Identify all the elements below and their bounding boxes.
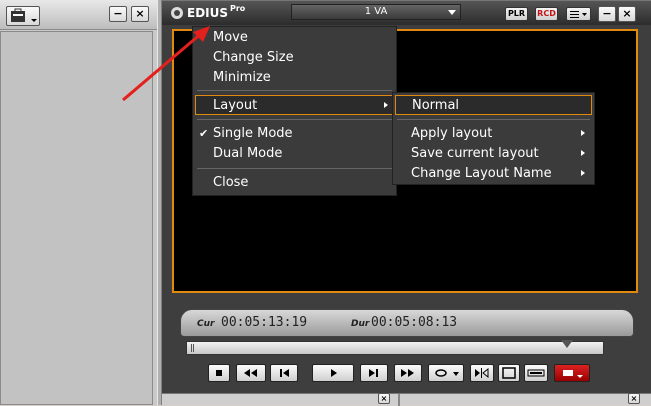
bottom-panel-strip: × × [162, 393, 651, 406]
submenu-item-normal[interactable]: Normal [395, 95, 592, 115]
menu-separator [397, 119, 590, 120]
submenu-item-label: Change Layout Name [411, 166, 552, 181]
submenu-item-label: Normal [412, 98, 460, 113]
timecode-bar: Cur 00:05:13:19 Dur 00:05:08:13 [180, 309, 634, 337]
submenu-item-save-current-layout[interactable]: Save current layout [393, 144, 594, 164]
fullscreen-button[interactable] [498, 364, 520, 382]
submenu-item-label: Apply layout [411, 126, 493, 141]
panel-menu-button[interactable] [6, 6, 40, 26]
layout-submenu: Normal Apply layout Save current layout … [392, 92, 595, 185]
step-back-button[interactable] [270, 364, 298, 382]
menu-item-single-mode[interactable]: ✔ Single Mode [193, 124, 396, 144]
logo-sup: Pro [230, 4, 246, 13]
screen-icon [502, 367, 516, 379]
submenu-arrow-icon [581, 150, 585, 156]
menu-item-change-size[interactable]: Change Size [193, 48, 396, 68]
submenu-item-label: Save current layout [411, 146, 539, 161]
menu-separator [197, 90, 392, 91]
in-out-icon [475, 367, 489, 379]
rewind-button[interactable] [236, 364, 266, 382]
menu-item-label: Dual Mode [213, 146, 283, 161]
step-back-icon [280, 369, 289, 377]
track-select[interactable]: 1 VA [291, 4, 461, 20]
submenu-arrow-icon [384, 102, 388, 108]
menu-item-layout[interactable]: Layout [195, 95, 394, 115]
list-menu-icon [570, 11, 587, 18]
submenu-item-apply-layout[interactable]: Apply layout [393, 124, 594, 144]
menu-item-label: Close [213, 175, 249, 190]
loop-button[interactable] [428, 364, 464, 382]
cur-label: Cur [197, 319, 215, 329]
layout-menu-button[interactable] [566, 7, 591, 21]
play-icon [331, 369, 337, 377]
export-icon [563, 370, 583, 378]
fast-forward-button[interactable] [394, 364, 422, 382]
player-minimize-button[interactable]: − [598, 6, 616, 22]
menu-item-minimize[interactable]: Minimize [193, 68, 396, 88]
menu-item-label: Move [213, 30, 248, 45]
stop-icon [216, 370, 222, 376]
submenu-arrow-icon [581, 130, 585, 136]
stop-button[interactable] [208, 364, 230, 382]
dur-timecode[interactable]: 00:05:08:13 [371, 316, 457, 330]
menu-item-move[interactable]: Move [193, 28, 396, 48]
menu-item-label: Layout [213, 98, 258, 113]
rewind-icon [244, 369, 257, 377]
timecode-display-button[interactable] [524, 364, 548, 382]
playhead-icon[interactable] [561, 340, 573, 350]
dur-label: Dur [351, 319, 370, 329]
edius-logo-icon [171, 7, 183, 19]
window-context-menu: Move Change Size Minimize Layout ✔ Singl… [192, 26, 397, 196]
menu-separator [197, 168, 392, 169]
player-close-button[interactable]: × [618, 6, 636, 22]
export-button[interactable] [554, 364, 590, 382]
checkmark-icon: ✔ [199, 127, 209, 140]
menu-item-close[interactable]: Close [193, 173, 396, 193]
bottom-close-button-2[interactable]: × [628, 393, 640, 404]
timecode-icon [527, 369, 545, 377]
menu-item-label: Change Size [213, 50, 294, 65]
plr-button[interactable]: PLR [505, 7, 528, 21]
cur-timecode[interactable]: 00:05:13:19 [221, 316, 307, 330]
fast-forward-icon [401, 369, 414, 377]
timeline-scrubber[interactable] [186, 340, 604, 355]
menu-item-dual-mode[interactable]: Dual Mode [193, 144, 396, 164]
loop-icon [435, 369, 459, 377]
submenu-arrow-icon [581, 170, 585, 176]
bottom-divider [398, 394, 400, 406]
scrubber-in-mark [191, 344, 194, 352]
chevron-down-icon [448, 10, 456, 15]
menu-separator [197, 119, 392, 120]
transport-controls [162, 358, 651, 393]
track-select-value: 1 VA [364, 6, 388, 17]
bottom-close-button-1[interactable]: × [378, 393, 390, 404]
submenu-item-change-layout-name[interactable]: Change Layout Name [393, 164, 594, 184]
menu-item-label: Minimize [213, 70, 271, 85]
rcd-button[interactable]: RCD [535, 7, 558, 21]
menu-item-label: Single Mode [213, 126, 293, 141]
mark-in-out-button[interactable] [470, 364, 494, 382]
step-forward-icon [369, 369, 378, 377]
toolbox-icon [11, 8, 37, 22]
step-forward-button[interactable] [360, 364, 388, 382]
red-arrow-annotation [122, 26, 210, 102]
play-button[interactable] [312, 364, 354, 382]
